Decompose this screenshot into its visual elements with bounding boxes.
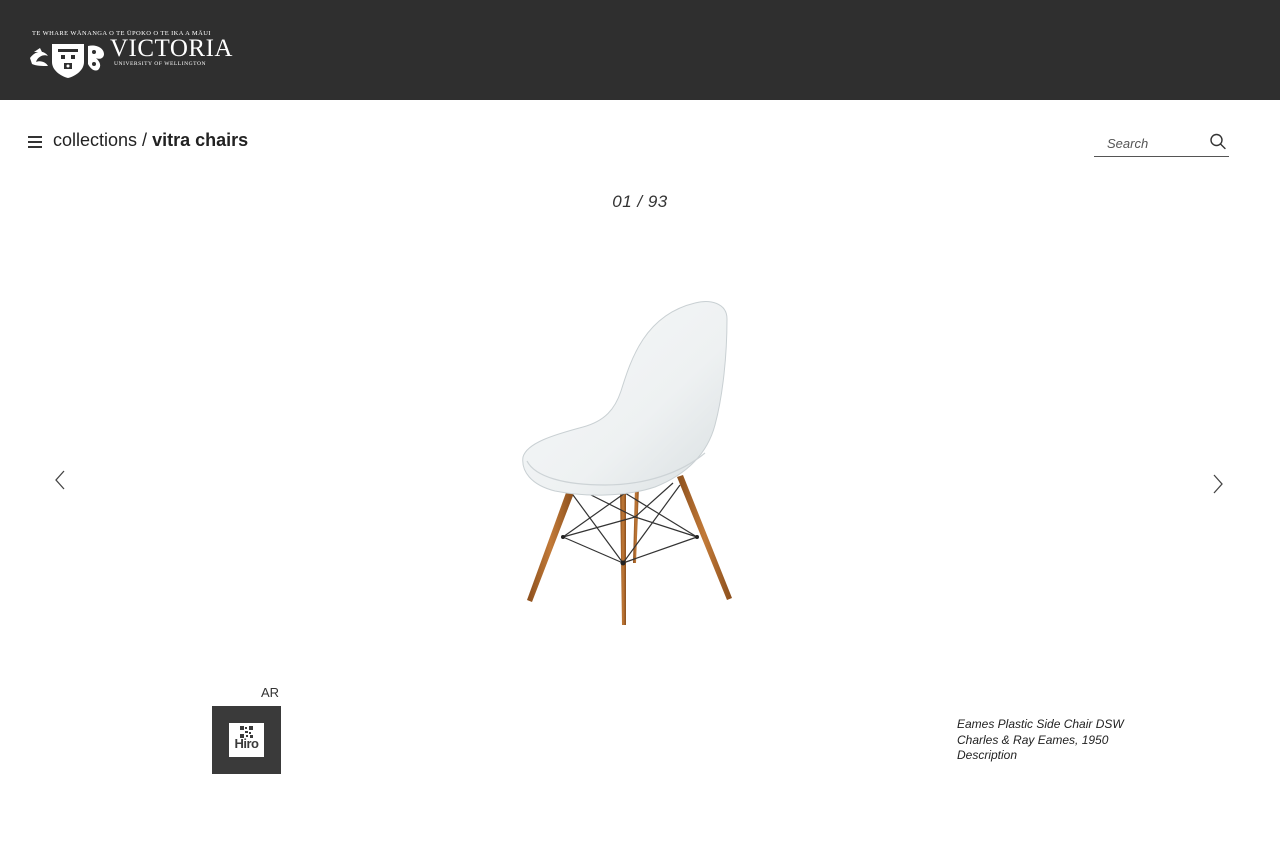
item-title: Eames Plastic Side Chair DSW [957, 717, 1124, 731]
breadcrumb-collections-link[interactable]: collections [53, 130, 137, 150]
search-input[interactable] [1107, 134, 1202, 152]
hiro-logo-text: Hiro [234, 736, 260, 751]
breadcrumb: collections / vitra chairs [53, 130, 248, 151]
logo-name: VICTORIA [110, 35, 233, 62]
menu-button[interactable] [26, 134, 44, 150]
ar-hiro-marker[interactable]: Hiro [212, 706, 281, 774]
item-caption: Eames Plastic Side Chair DSW Charles & R… [957, 717, 1177, 764]
chevron-left-icon[interactable] [51, 467, 71, 493]
chair-image [522, 301, 732, 625]
chevron-right-icon[interactable] [1208, 471, 1228, 497]
breadcrumb-separator: / [137, 130, 153, 150]
hamburger-icon [28, 136, 42, 138]
hamburger-icon-bar [28, 141, 42, 143]
university-logo[interactable]: TE WHARE WĀNANGA O TE ŪPOKO O TE IKA A M… [28, 30, 232, 78]
site-header: TE WHARE WĀNANGA O TE ŪPOKO O TE IKA A M… [0, 0, 1280, 100]
search-icon[interactable] [1209, 133, 1226, 150]
crest-icon [30, 44, 104, 78]
hiro-marker-inner: Hiro [229, 723, 264, 757]
description-link[interactable]: Description [957, 748, 1177, 764]
search-box [1094, 130, 1229, 157]
slide-counter: 01 / 93 [612, 192, 668, 211]
breadcrumb-current: vitra chairs [152, 130, 249, 150]
item-credit: Charles & Ray Eames, 1950 [957, 732, 1109, 747]
logo-subtitle: UNIVERSITY OF WELLINGTON [114, 61, 207, 67]
hamburger-icon-bar [28, 146, 42, 148]
ar-label: AR [261, 685, 280, 700]
